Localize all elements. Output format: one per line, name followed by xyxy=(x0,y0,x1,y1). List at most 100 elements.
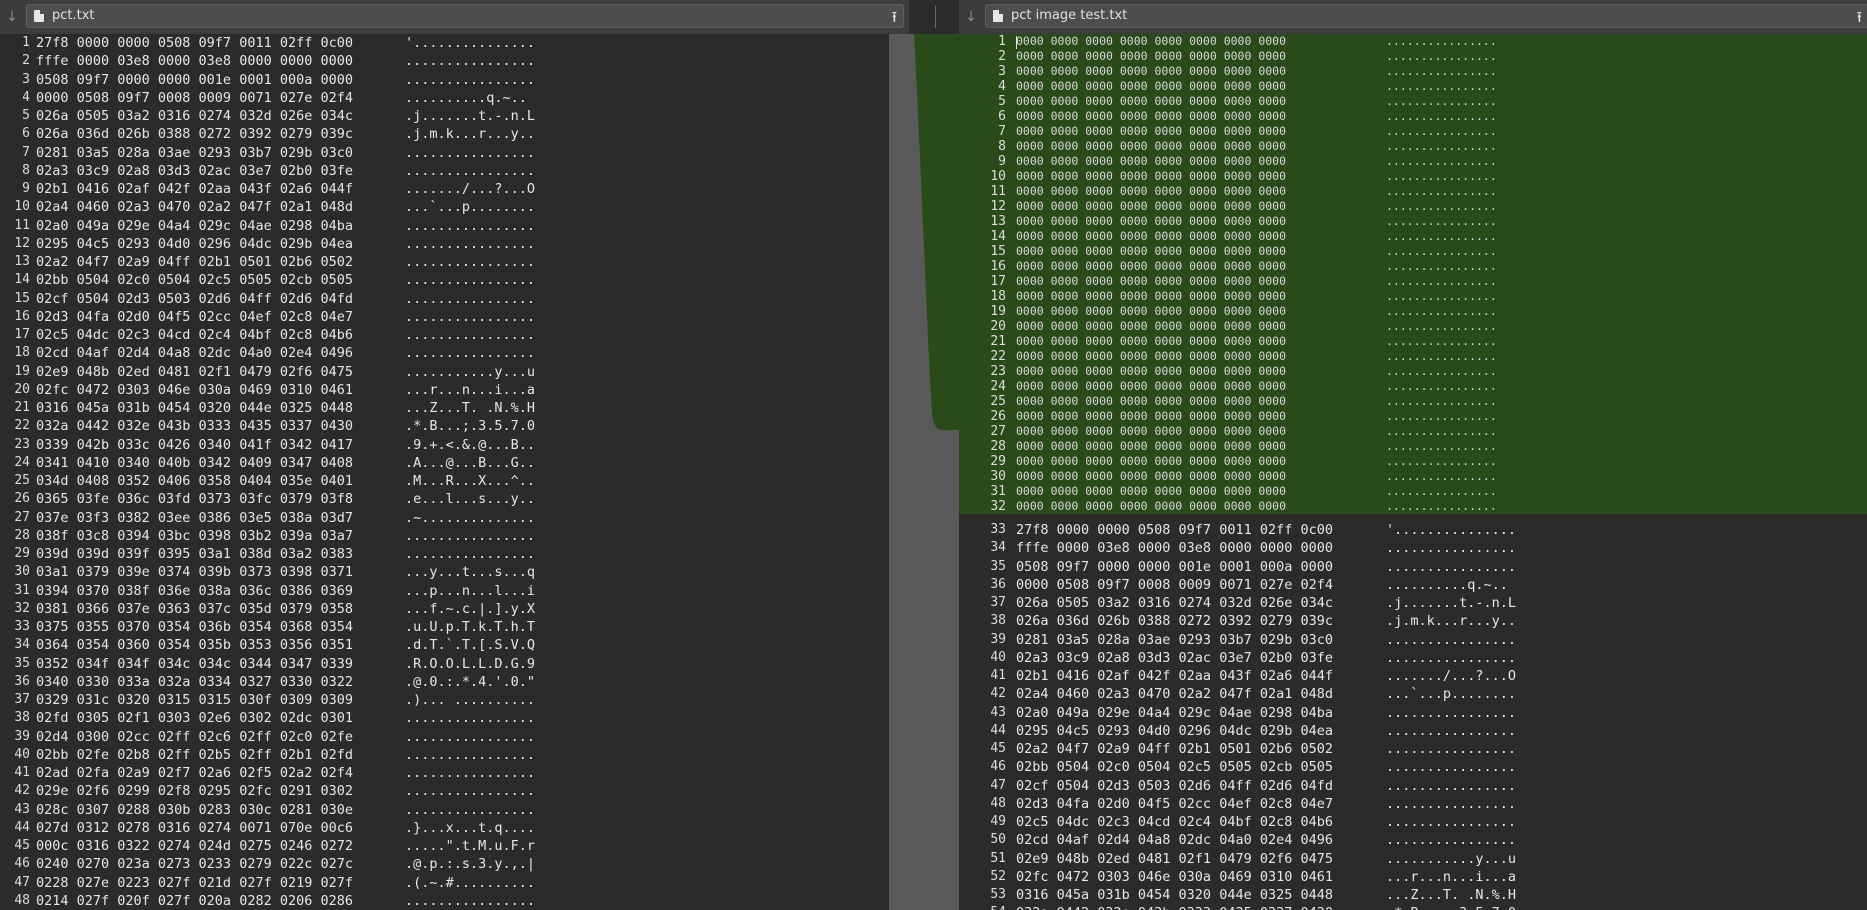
ascii-content: ................ xyxy=(1386,154,1497,168)
line-number: 54 xyxy=(959,904,1006,910)
left-file-name: pct.txt xyxy=(52,8,95,23)
hex-content: 0000 0000 0000 0000 0000 0000 0000 0000 xyxy=(1016,199,1287,213)
hex-content: 0000 0000 0000 0000 0000 0000 0000 0000 xyxy=(1016,274,1287,288)
line-number: 21 xyxy=(990,334,1006,349)
hex-content: 02c5 04dc 02c3 04cd 02c4 04bf 02c8 04b6 xyxy=(36,327,353,343)
line-number: 5 xyxy=(22,108,30,123)
ascii-content: ................ xyxy=(1386,169,1497,183)
hex-content: 0000 0000 0000 0000 0000 0000 0000 0000 xyxy=(1016,484,1287,498)
line-number: 1 xyxy=(998,34,1006,49)
hex-content: 0000 0000 0000 0000 0000 0000 0000 0000 xyxy=(1016,169,1287,183)
left-tab-bar: ↓ pct.txt ⭱ xyxy=(0,0,909,35)
ascii-content: .*.B...;.3.5.7.0 xyxy=(405,418,536,435)
hex-content: 0340 0330 033a 032a 0334 0327 0330 0322 xyxy=(36,673,353,690)
hex-content: 0000 0000 0000 0000 0000 0000 0000 0000 xyxy=(1016,319,1287,333)
hex-content: 02cf 0504 02d3 0503 02d6 04ff 02d6 04fd xyxy=(1016,777,1333,794)
ascii-content: .@.0.:.*.4.'.0." xyxy=(405,673,536,690)
inserted-block-connector xyxy=(914,34,959,431)
upload-icon[interactable]: ⭱ xyxy=(892,7,897,32)
ascii-content: ................ xyxy=(1386,704,1517,721)
download-icon[interactable]: ↓ xyxy=(961,7,981,27)
left-editor-pane[interactable]: 1 27f8 0000 0000 0508 09f7 0011 02ff 0c00… xyxy=(0,34,889,910)
ascii-content: .j.m.k...r...y.. xyxy=(405,126,536,143)
ascii-content: ................ xyxy=(405,546,536,562)
ascii-content: .@.p.:.s.3.y.,.| xyxy=(405,856,536,873)
line-number: 24 xyxy=(990,379,1006,394)
line-number: 30 xyxy=(14,564,30,580)
hex-content: 0000 0000 0000 0000 0000 0000 0000 0000 xyxy=(1016,49,1287,63)
line-number: 46 xyxy=(990,759,1006,775)
ascii-content: ................ xyxy=(1386,244,1497,258)
line-number: 8 xyxy=(998,139,1006,154)
hex-content: 02fd 0305 02f1 0303 02e6 0302 02dc 0301 xyxy=(36,710,353,727)
line-number: 48 xyxy=(990,795,1006,811)
tab-left-file[interactable]: pct.txt ⭱ xyxy=(26,4,904,28)
hex-content: 0214 027f 020f 027f 020a 0282 0206 0286 xyxy=(36,892,353,909)
ascii-content: ...`...p........ xyxy=(405,199,536,216)
ascii-content: ................ xyxy=(1386,409,1497,423)
hex-content: 032a 0442 032e 043b 0333 0435 0337 0430 xyxy=(36,418,353,435)
line-number: 45 xyxy=(990,741,1006,756)
line-number: 6 xyxy=(998,109,1006,124)
hex-content: 0508 09f7 0000 0000 001e 0001 000a 0000 xyxy=(36,71,353,88)
line-number: 20 xyxy=(990,319,1006,334)
line-number: 22 xyxy=(990,349,1006,364)
ascii-content: ................ xyxy=(405,53,536,70)
ascii-content: '............... xyxy=(405,35,536,51)
hex-content: 02a2 04f7 02a9 04ff 02b1 0501 02b6 0502 xyxy=(36,254,353,270)
line-number: 47 xyxy=(14,874,30,890)
document-icon xyxy=(34,10,44,22)
download-icon[interactable]: ↓ xyxy=(2,7,22,27)
ascii-content: ................ xyxy=(1386,454,1497,468)
line-number: 17 xyxy=(990,274,1006,289)
ascii-content: ......./...?...O xyxy=(405,181,536,197)
hex-content: 0000 0000 0000 0000 0000 0000 0000 0000 xyxy=(1016,229,1287,243)
line-number: 37 xyxy=(990,595,1006,610)
ascii-content: ...........y...u xyxy=(405,363,536,380)
diff-connector xyxy=(914,34,959,431)
hex-content: 02a0 049a 029e 04a4 029c 04ae 0298 04ba xyxy=(36,217,353,234)
ascii-content: '............... xyxy=(1386,522,1517,538)
hex-content: 000c 0316 0322 0274 024d 0275 0246 0272 xyxy=(36,838,353,854)
hex-content: 0375 0355 0370 0354 036b 0354 0368 0354 xyxy=(36,619,353,635)
line-number: 4 xyxy=(22,89,30,105)
tab-right-file[interactable]: pct image test.txt ⭱ xyxy=(985,4,1867,28)
hex-content: 02cf 0504 02d3 0503 02d6 04ff 02d6 04fd xyxy=(36,290,353,307)
upload-icon[interactable]: ⭱ xyxy=(1857,7,1862,32)
hex-content: 02a0 049a 029e 04a4 029c 04ae 0298 04ba xyxy=(1016,704,1333,721)
hex-content: 02d4 0300 02cc 02ff 02c6 02ff 02c0 02fe xyxy=(36,728,353,745)
ascii-content: ..........q.~.. xyxy=(405,89,527,106)
ascii-content: ................ xyxy=(1386,274,1497,288)
ascii-content: ................ xyxy=(405,783,536,800)
hex-content: 0281 03a5 028a 03ae 0293 03b7 029b 03c0 xyxy=(36,144,353,161)
ascii-content: ...r...n...i...a xyxy=(405,381,536,398)
ascii-content: ................ xyxy=(1386,722,1517,739)
ascii-content: ................ xyxy=(1386,259,1497,273)
line-number: 11 xyxy=(990,184,1006,199)
line-number: 13 xyxy=(990,214,1006,229)
line-number: 27 xyxy=(14,509,30,525)
ascii-content: ................ xyxy=(1386,319,1497,333)
ascii-content: ................ xyxy=(1386,484,1497,498)
ascii-content: ................ xyxy=(405,308,536,325)
hex-content: 27f8 0000 0000 0508 09f7 0011 02ff 0c00 xyxy=(1016,522,1333,538)
line-number: 23 xyxy=(14,436,30,452)
hex-content: 0000 0000 0000 0000 0000 0000 0000 0000 xyxy=(1016,109,1287,123)
hex-content: 0295 04c5 0293 04d0 0296 04dc 029b 04ea xyxy=(1016,722,1333,739)
hex-content: 02a4 0460 02a3 0470 02a2 047f 02a1 048d xyxy=(36,199,353,216)
right-editor-pane[interactable]: 🠸 10000 0000 0000 0000 0000 0000 0000 00… xyxy=(959,34,1867,910)
ascii-content: .}...x...t.q.... xyxy=(405,819,536,836)
line-number: 27 xyxy=(990,424,1006,439)
line-number: 36 xyxy=(14,673,30,689)
line-number: 41 xyxy=(14,765,30,780)
ascii-content: .e...l...s...y.. xyxy=(405,491,536,508)
ascii-content: ................ xyxy=(1386,424,1497,438)
line-number: 29 xyxy=(14,546,30,561)
hex-content: 0000 0000 0000 0000 0000 0000 0000 0000 xyxy=(1016,409,1287,423)
ascii-content: ................ xyxy=(405,746,536,763)
hex-content: 0365 03fe 036c 03fd 0373 03fc 0379 03f8 xyxy=(36,491,353,508)
line-number: 51 xyxy=(990,850,1006,866)
hex-content: 02d3 04fa 02d0 04f5 02cc 04ef 02c8 04e7 xyxy=(1016,795,1333,812)
line-number: 26 xyxy=(990,409,1006,424)
hex-content: fffe 0000 03e8 0000 03e8 0000 0000 0000 xyxy=(36,53,353,70)
